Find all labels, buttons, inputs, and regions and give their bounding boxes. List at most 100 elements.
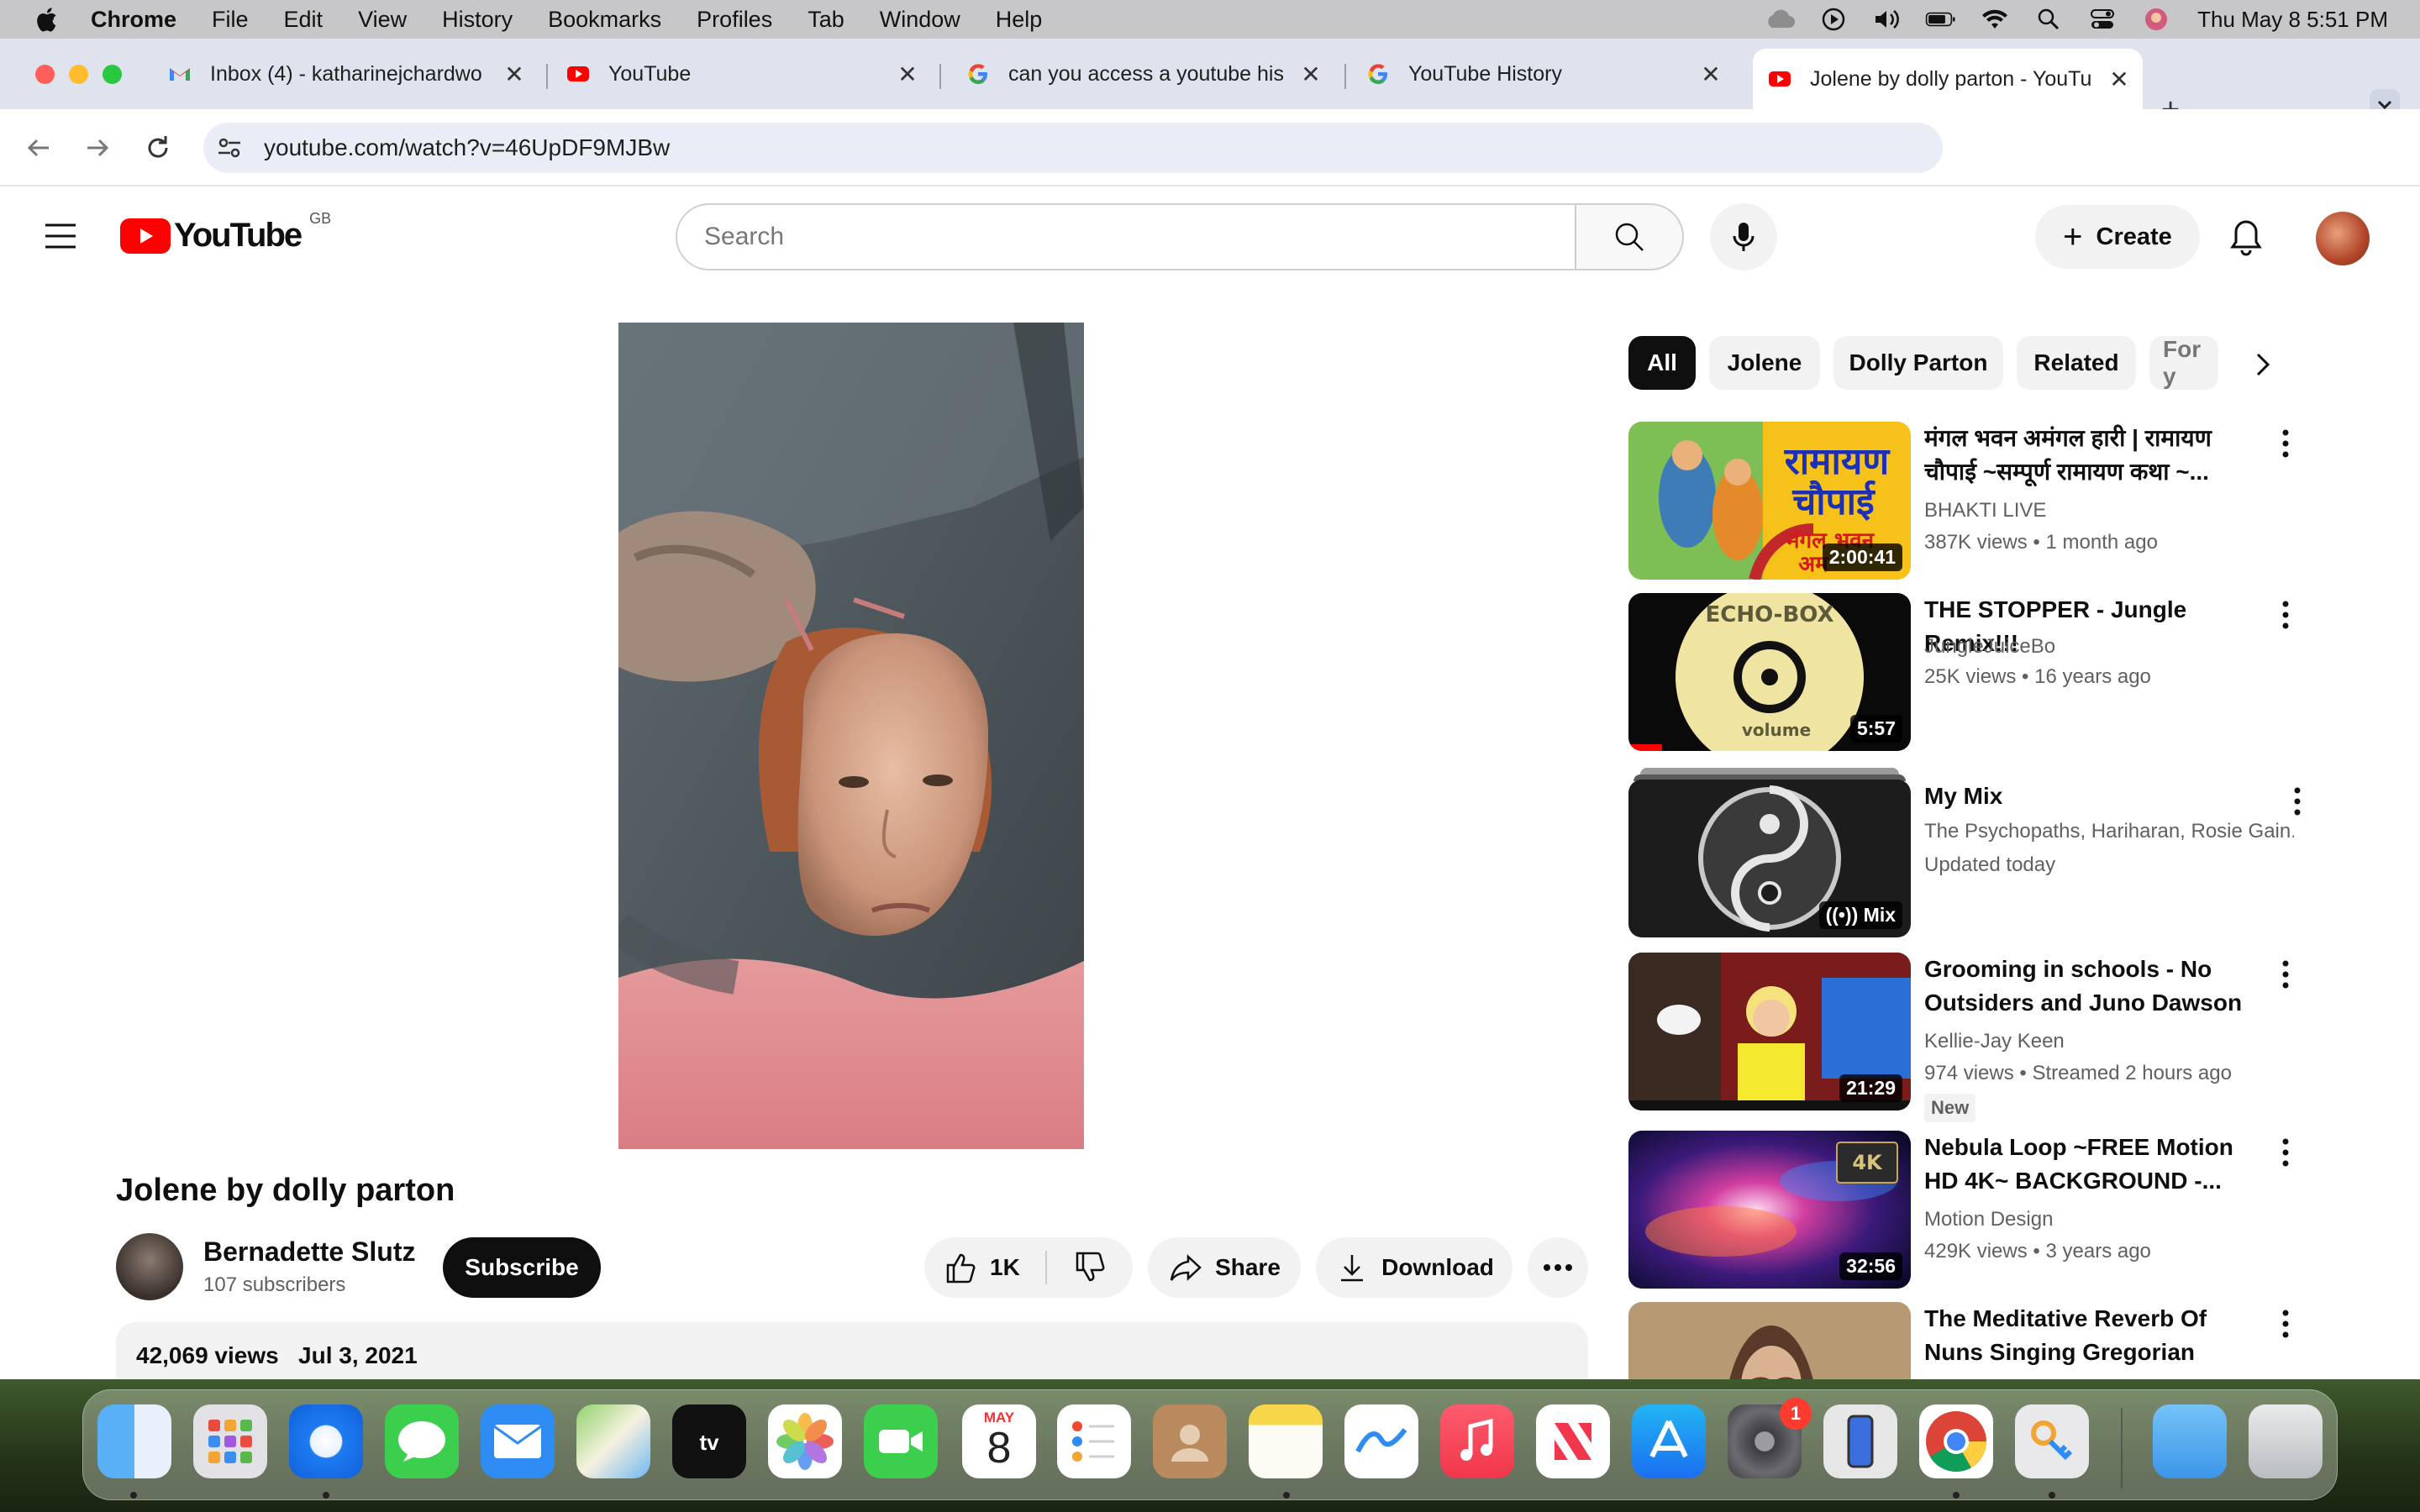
channel-name[interactable]: Bernadette Slutz — [203, 1236, 415, 1268]
recommendation-item[interactable]: 21:29 Grooming in schools - No Outsiders… — [1628, 953, 2306, 1122]
chip-all[interactable]: All — [1628, 336, 1696, 390]
search-button[interactable] — [1576, 203, 1684, 270]
notes-icon[interactable] — [1249, 1404, 1323, 1478]
more-vertical-icon[interactable] — [2277, 1309, 2294, 1339]
menu-view[interactable]: View — [358, 7, 407, 33]
tab-youtube-history[interactable]: YouTube History ✕ — [1351, 52, 1734, 96]
battery-icon[interactable] — [1925, 8, 1957, 31]
apple-menu-icon[interactable] — [34, 5, 59, 34]
mail-icon[interactable] — [481, 1404, 555, 1478]
back-arrow-icon[interactable] — [22, 131, 55, 165]
menu-help[interactable]: Help — [996, 7, 1043, 33]
video-thumbnail[interactable]: 4K 32:56 — [1628, 1131, 1911, 1289]
notifications-bell-icon[interactable] — [2228, 218, 2264, 257]
recommendation-item[interactable]: ECHO-BOX volume 5:57 THE STOPPER - Jungl… — [1628, 593, 2306, 753]
share-button[interactable]: Share — [1148, 1237, 1301, 1298]
freeform-icon[interactable] — [1344, 1404, 1418, 1478]
chrome-icon[interactable] — [1919, 1404, 1993, 1478]
like-count[interactable]: 1K — [990, 1254, 1020, 1281]
url-text[interactable]: youtube.com/watch?v=46UpDF9MJBw — [264, 134, 670, 161]
facetime-icon[interactable] — [864, 1404, 938, 1478]
chip-for-you[interactable]: For y — [2149, 336, 2218, 390]
recommendation-item[interactable]: 4K 32:56 Nebula Loop ~FREE Motion HD 4K~… — [1628, 1131, 2306, 1290]
zoom-window-button[interactable] — [103, 65, 122, 84]
cloud-icon[interactable] — [1764, 8, 1796, 31]
menu-app-name[interactable]: Chrome — [91, 7, 176, 33]
recommendation-title[interactable]: My Mix — [1924, 780, 2269, 813]
description-box[interactable]: 42,069 views Jul 3, 2021 — [116, 1322, 1588, 1379]
like-thumb-up-icon[interactable] — [943, 1250, 978, 1285]
recommendation-item[interactable]: रामायण चौपाई मंगल भवन अम 2:00:41 मंगल भव… — [1628, 422, 2306, 581]
recommendation-title[interactable]: The Meditative Reverb Of Nuns Singing Gr… — [1924, 1302, 2269, 1369]
photos-icon[interactable] — [768, 1404, 842, 1478]
chevron-right-icon[interactable] — [2245, 348, 2279, 381]
channel-avatar[interactable] — [116, 1233, 183, 1300]
recommendation-channel[interactable]: BHAKTI LIVE — [1924, 499, 2046, 522]
tab-youtube[interactable]: YouTube ✕ — [551, 52, 931, 96]
close-tab-icon[interactable]: ✕ — [502, 60, 526, 88]
folder-icon[interactable] — [2153, 1404, 2227, 1478]
close-tab-icon[interactable]: ✕ — [1299, 60, 1323, 88]
chip-dolly-parton[interactable]: Dolly Parton — [1833, 336, 2003, 390]
more-vertical-icon[interactable] — [2277, 600, 2294, 630]
chip-related[interactable]: Related — [2017, 336, 2136, 390]
apple-tv-icon[interactable]: tv — [672, 1404, 746, 1478]
menu-profiles[interactable]: Profiles — [697, 7, 772, 33]
contacts-icon[interactable] — [1153, 1404, 1227, 1478]
video-thumbnail[interactable]: रामायण चौपाई मंगल भवन अम 2:00:41 — [1628, 422, 1911, 580]
menu-window[interactable]: Window — [880, 7, 960, 33]
recommendation-channel[interactable]: Kellie-Jay Keen — [1924, 1030, 2065, 1053]
guide-menu-icon[interactable] — [44, 222, 77, 250]
trash-icon[interactable] — [2249, 1404, 2323, 1478]
recommendation-title[interactable]: Nebula Loop ~FREE Motion HD 4K~ BACKGROU… — [1924, 1131, 2269, 1198]
menu-tab[interactable]: Tab — [808, 7, 844, 33]
tab-google-search[interactable]: can you access a youtube his ✕ — [951, 52, 1334, 96]
maps-icon[interactable] — [576, 1404, 650, 1478]
app-store-icon[interactable] — [1632, 1404, 1706, 1478]
recommendation-channel[interactable]: Motion Design — [1924, 1208, 2053, 1231]
voice-search-button[interactable] — [1710, 203, 1777, 270]
tab-gmail-inbox[interactable]: Inbox (4) - katharinejchardwo ✕ — [153, 52, 538, 96]
finder-icon[interactable] — [97, 1404, 171, 1478]
menu-bookmarks[interactable]: Bookmarks — [548, 7, 661, 33]
create-button[interactable]: + Create — [2035, 205, 2200, 269]
site-settings-icon[interactable] — [215, 134, 244, 162]
menubar-clock[interactable]: Thu May 8 5:51 PM — [2197, 7, 2388, 33]
wifi-icon[interactable] — [1979, 8, 2011, 31]
play-circle-icon[interactable] — [1818, 8, 1849, 31]
menu-edit[interactable]: Edit — [284, 7, 324, 33]
close-tab-icon[interactable]: ✕ — [896, 60, 919, 88]
menu-history[interactable]: History — [442, 7, 513, 33]
recommendation-channel[interactable]: JungleJuiceBo — [1924, 635, 2055, 659]
subscribe-button[interactable]: Subscribe — [443, 1237, 601, 1298]
more-vertical-icon[interactable] — [2277, 959, 2294, 990]
video-thumbnail[interactable]: ((•)) Mix — [1628, 780, 1911, 937]
more-actions-button[interactable] — [1528, 1237, 1588, 1298]
tab-active-jolene[interactable]: Jolene by dolly parton - YouTu ✕ — [1753, 49, 2143, 109]
close-window-button[interactable] — [35, 65, 55, 84]
recommendation-item[interactable]: The Meditative Reverb Of Nuns Singing Gr… — [1628, 1302, 2306, 1379]
chip-jolene[interactable]: Jolene — [1709, 336, 1820, 390]
safari-icon[interactable] — [289, 1404, 363, 1478]
spotlight-search-icon[interactable] — [2033, 8, 2065, 31]
launchpad-icon[interactable] — [193, 1404, 267, 1478]
more-vertical-icon[interactable] — [2277, 1137, 2294, 1168]
news-icon[interactable] — [1536, 1404, 1610, 1478]
youtube-logo[interactable]: YouTube GB — [120, 210, 331, 255]
menu-file[interactable]: File — [212, 7, 249, 33]
address-bar[interactable]: youtube.com/watch?v=46UpDF9MJBw — [203, 123, 1943, 173]
close-tab-icon[interactable]: ✕ — [1699, 60, 1723, 88]
close-tab-icon[interactable]: ✕ — [2107, 66, 2131, 93]
recommendation-title[interactable]: Grooming in schools - No Outsiders and J… — [1924, 953, 2269, 1020]
video-thumbnail[interactable] — [1628, 1302, 1911, 1379]
reload-icon[interactable] — [141, 131, 175, 165]
recommendation-title[interactable]: मंगल भवन अमंगल हारी | रामायण चौपाई ~सम्प… — [1924, 422, 2269, 489]
video-player[interactable] — [618, 323, 1084, 1149]
download-button[interactable]: Download — [1316, 1237, 1512, 1298]
control-center-icon[interactable] — [2086, 8, 2118, 31]
keychain-icon[interactable] — [2015, 1404, 2089, 1478]
video-thumbnail[interactable]: ECHO-BOX volume 5:57 — [1628, 593, 1911, 751]
forward-arrow-icon[interactable] — [81, 131, 114, 165]
user-profile-icon[interactable] — [2140, 8, 2172, 31]
messages-icon[interactable] — [385, 1404, 459, 1478]
